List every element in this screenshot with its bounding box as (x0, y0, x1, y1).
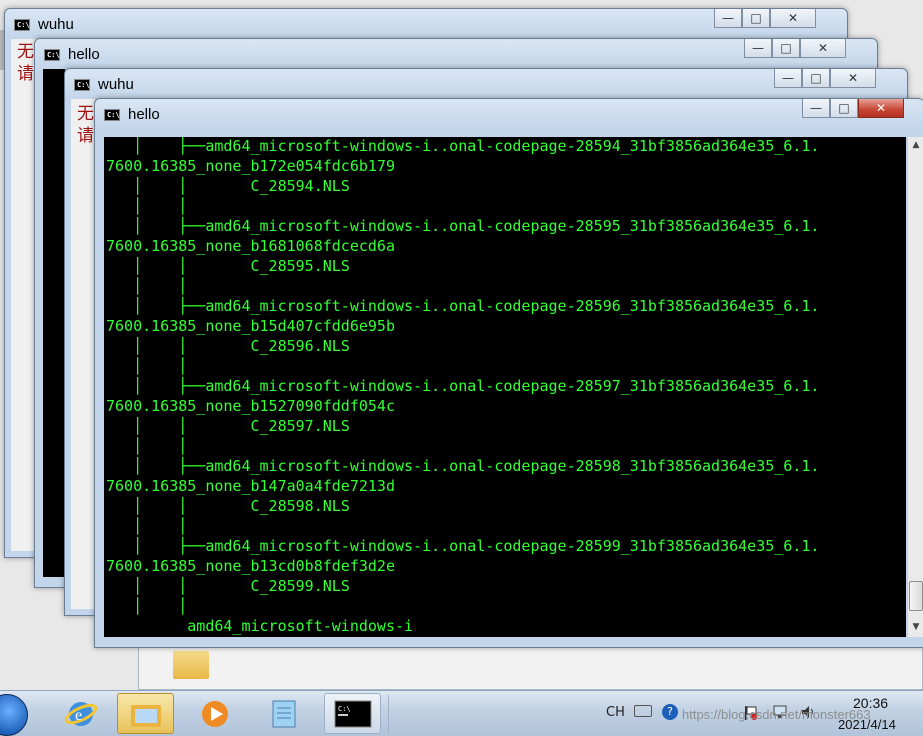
close-button[interactable]: ✕ (770, 9, 816, 28)
maximize-button[interactable]: □ (742, 9, 770, 28)
svg-text:C:\: C:\ (338, 705, 351, 713)
console-line: 7600.16385_none_b147a0a4fde7213d (106, 477, 395, 495)
cmd-icon: C:\ (14, 19, 30, 31)
cmd-icon: C:\ (104, 109, 120, 121)
console-line: │ ├──amd64_microsoft-windows-i..onal-cod… (106, 537, 820, 555)
minimize-button[interactable]: — (774, 69, 802, 88)
minimize-button[interactable]: — (802, 99, 830, 118)
console-line: │ ├──amd64_microsoft-windows-i..onal-cod… (106, 297, 820, 315)
console-line: 7600.16385_none_b15d407cfdd6e95b (106, 317, 395, 335)
close-button[interactable]: ✕ (858, 99, 904, 118)
console-line: 7600.16385_none_b13cd0b8fdef3d2e (106, 557, 395, 575)
keyboard-icon[interactable] (634, 705, 652, 717)
explorer-icon[interactable] (117, 693, 174, 734)
console-line: │ ├──amd64_microsoft-windows-i..onal-cod… (106, 217, 820, 235)
close-button[interactable]: ✕ (800, 39, 846, 58)
scroll-up-arrow[interactable]: ▲ (909, 137, 923, 153)
taskbar: e C:\ CH ? https://blog.csdn.net/monster… (0, 690, 923, 736)
window-client: 无 请 (71, 99, 95, 609)
console-line: │ │ (106, 197, 188, 215)
side-text: 无 (77, 104, 94, 124)
media-player-icon[interactable] (186, 693, 243, 734)
console-line: │ │ (106, 357, 188, 375)
maximize-button[interactable]: □ (772, 39, 800, 58)
console-line: │ │ C_28594.NLS (106, 177, 350, 195)
side-text: 无 (17, 42, 34, 62)
title-bar[interactable]: C:\ hello — □ ✕ (95, 99, 923, 129)
console-line: │ │ (106, 597, 188, 615)
window-title: wuhu (98, 76, 134, 93)
minimize-button[interactable]: — (744, 39, 772, 58)
cmd-icon: C:\ (44, 49, 60, 61)
console-line: │ │ C_28599.NLS (106, 577, 350, 595)
help-icon[interactable]: ? (662, 704, 678, 720)
title-bar[interactable]: C:\ wuhu — □ ✕ (65, 69, 907, 99)
console-line: 7600.16385_none_b1681068fdcecd6a (106, 237, 395, 255)
console-line: │ │ C_28597.NLS (106, 417, 350, 435)
scroll-down-arrow[interactable]: ▼ (909, 619, 923, 635)
console-output[interactable]: │ ├──amd64_microsoft-windows-i..onal-cod… (104, 137, 906, 637)
maximize-button[interactable]: □ (830, 99, 858, 118)
title-bar[interactable]: C:\ hello — □ ✕ (35, 39, 877, 69)
console-line: │ │ C_28598.NLS (106, 497, 350, 515)
console-line: │ ├──amd64_microsoft-windows-i..onal-cod… (106, 137, 820, 155)
maximize-button[interactable]: □ (802, 69, 830, 88)
console-line: amd64_microsoft-windows-i (106, 617, 414, 635)
console-area (43, 69, 65, 577)
taskbar-divider (388, 695, 389, 733)
title-bar[interactable]: C:\ wuhu — □ ✕ (5, 9, 847, 39)
window-title: hello (128, 106, 160, 123)
window-title: hello (68, 46, 100, 63)
start-orb-icon[interactable] (0, 694, 28, 736)
console-line: │ ├──amd64_microsoft-windows-i..onal-cod… (106, 377, 820, 395)
close-button[interactable]: ✕ (830, 69, 876, 88)
console-line: │ │ C_28595.NLS (106, 257, 350, 275)
console-line: │ │ C_28596.NLS (106, 337, 350, 355)
console-line: │ │ (106, 517, 188, 535)
console-line: 7600.16385_none_b1527090fddf054c (106, 397, 395, 415)
vertical-scrollbar[interactable]: ▲ ▼ (907, 137, 923, 637)
scroll-thumb[interactable] (909, 581, 923, 611)
ime-indicator[interactable]: CH (606, 705, 625, 723)
cmd-icon: C:\ (74, 79, 90, 91)
ie-icon[interactable]: e (52, 693, 109, 734)
minimize-button[interactable]: — (714, 9, 742, 28)
side-text: 请 (77, 126, 94, 146)
console-line: │ │ (106, 277, 188, 295)
notepad-icon[interactable] (255, 693, 312, 734)
clock-date[interactable]: 2021/4/14 (838, 717, 896, 732)
console-line: │ ├──amd64_microsoft-windows-i..onal-cod… (106, 457, 820, 475)
svg-text:e: e (75, 707, 82, 724)
console-line: │ │ (106, 437, 188, 455)
folder-icon (173, 651, 209, 679)
side-text: 请 (17, 64, 34, 84)
console-line: 7600.16385_none_b172e054fdc6b179 (106, 157, 395, 175)
cmd-taskbar-button[interactable]: C:\ (324, 693, 381, 734)
clock-time[interactable]: 20:36 (853, 695, 888, 711)
window-hello-active[interactable]: C:\ hello — □ ✕ │ ├──amd64_microsoft-win… (94, 98, 923, 648)
window-title: wuhu (38, 16, 74, 33)
